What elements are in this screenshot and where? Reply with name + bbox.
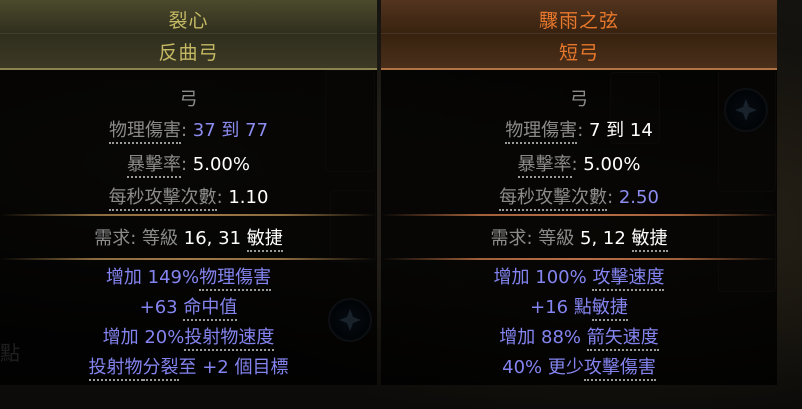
- unique-item-header: 裂心 反曲弓: [0, 0, 377, 70]
- mod-keyword: 命中值: [183, 297, 238, 321]
- property-label: 暴擊率: [127, 154, 181, 178]
- attacks-per-second-line: 每秒攻擊次數: 1.10: [0, 183, 377, 211]
- level-value: 16: [183, 228, 207, 249]
- explicit-mod: 40% 更少攻擊傷害: [381, 353, 777, 381]
- item-name: 裂心: [168, 10, 209, 32]
- property-label: 物理傷害: [108, 120, 181, 144]
- mod-keyword: 投射物速度: [184, 327, 275, 351]
- dex-value: 12: [602, 228, 626, 249]
- requirements-line: 需求: 等級 16, 31 敏捷: [0, 224, 377, 252]
- separator: [381, 258, 777, 260]
- dex-value: 31: [218, 228, 242, 249]
- mod-keyword: 物理傷害: [199, 267, 272, 291]
- unique-item-header: 驟雨之弦 短弓: [381, 0, 777, 70]
- level-label: 等級: [142, 228, 179, 249]
- physical-damage-line: 物理傷害: 37 到 77: [0, 116, 377, 144]
- mod-keyword: 分裂: [142, 357, 179, 381]
- property-label: 物理傷害: [505, 120, 578, 144]
- mod-keyword: 攻擊速度: [592, 267, 665, 291]
- requirements-label: 需求: [94, 228, 131, 249]
- dex-label: 敏捷: [631, 228, 668, 252]
- property-value: 37 到 77: [192, 120, 269, 141]
- attacks-per-second-line: 每秒攻擊次數: 2.50: [381, 183, 777, 211]
- property-label: 每秒攻擊次數: [108, 187, 217, 211]
- property-value: 7 到 14: [588, 120, 653, 141]
- requirements-line: 需求: 等級 5, 12 敏捷: [381, 224, 777, 252]
- dex-label: 敏捷: [246, 228, 283, 252]
- level-label: 等級: [538, 228, 575, 249]
- crit-chance-line: 暴擊率: 5.00%: [381, 150, 777, 178]
- item-class: 弓: [179, 89, 198, 110]
- crit-chance-line: 暴擊率: 5.00%: [0, 150, 377, 178]
- property-value: 1.10: [228, 187, 269, 208]
- explicit-mod: 投射物分裂至 +2 個目標: [0, 353, 377, 381]
- mod-keyword: 敏捷: [591, 297, 628, 321]
- property-label: 暴擊率: [517, 154, 572, 178]
- explicit-mod: +63 命中值: [0, 293, 377, 321]
- mod-keyword: 投射物: [88, 357, 143, 381]
- item-name: 驟雨之弦: [538, 10, 619, 32]
- mod-keyword: 箭矢速度: [586, 327, 659, 351]
- explicit-mod: 增加 100% 攻擊速度: [381, 263, 777, 291]
- item-base-type: 反曲弓: [158, 42, 219, 64]
- explicit-mod: +16 點敏捷: [381, 293, 777, 321]
- item-class: 弓: [570, 89, 588, 110]
- level-value: 5: [579, 228, 592, 249]
- explicit-mod: 增加 88% 箭矢速度: [381, 323, 777, 351]
- property-label: 每秒攻擊次數: [499, 187, 608, 211]
- mod-keyword: 攻擊傷害: [583, 357, 656, 381]
- item-tooltip-left: 裂心 反曲弓 弓 物理傷害: 37 到 77 暴擊率: 5.00% 每秒攻擊次數…: [0, 0, 377, 385]
- property-value: 2.50: [618, 187, 659, 208]
- item-base-type: 短弓: [558, 42, 599, 64]
- separator: [381, 214, 777, 216]
- separator: [0, 214, 377, 216]
- physical-damage-line: 物理傷害: 7 到 14: [381, 116, 777, 144]
- requirements-label: 需求: [490, 228, 527, 249]
- explicit-mod: 增加 149%物理傷害: [0, 263, 377, 291]
- property-value: 5.00%: [583, 154, 641, 175]
- explicit-mod: 增加 20%投射物速度: [0, 323, 377, 351]
- item-tooltip-right: 驟雨之弦 短弓 弓 物理傷害: 7 到 14 暴擊率: 5.00% 每秒攻擊次數…: [381, 0, 777, 385]
- property-value: 5.00%: [192, 154, 250, 175]
- separator: [0, 258, 377, 260]
